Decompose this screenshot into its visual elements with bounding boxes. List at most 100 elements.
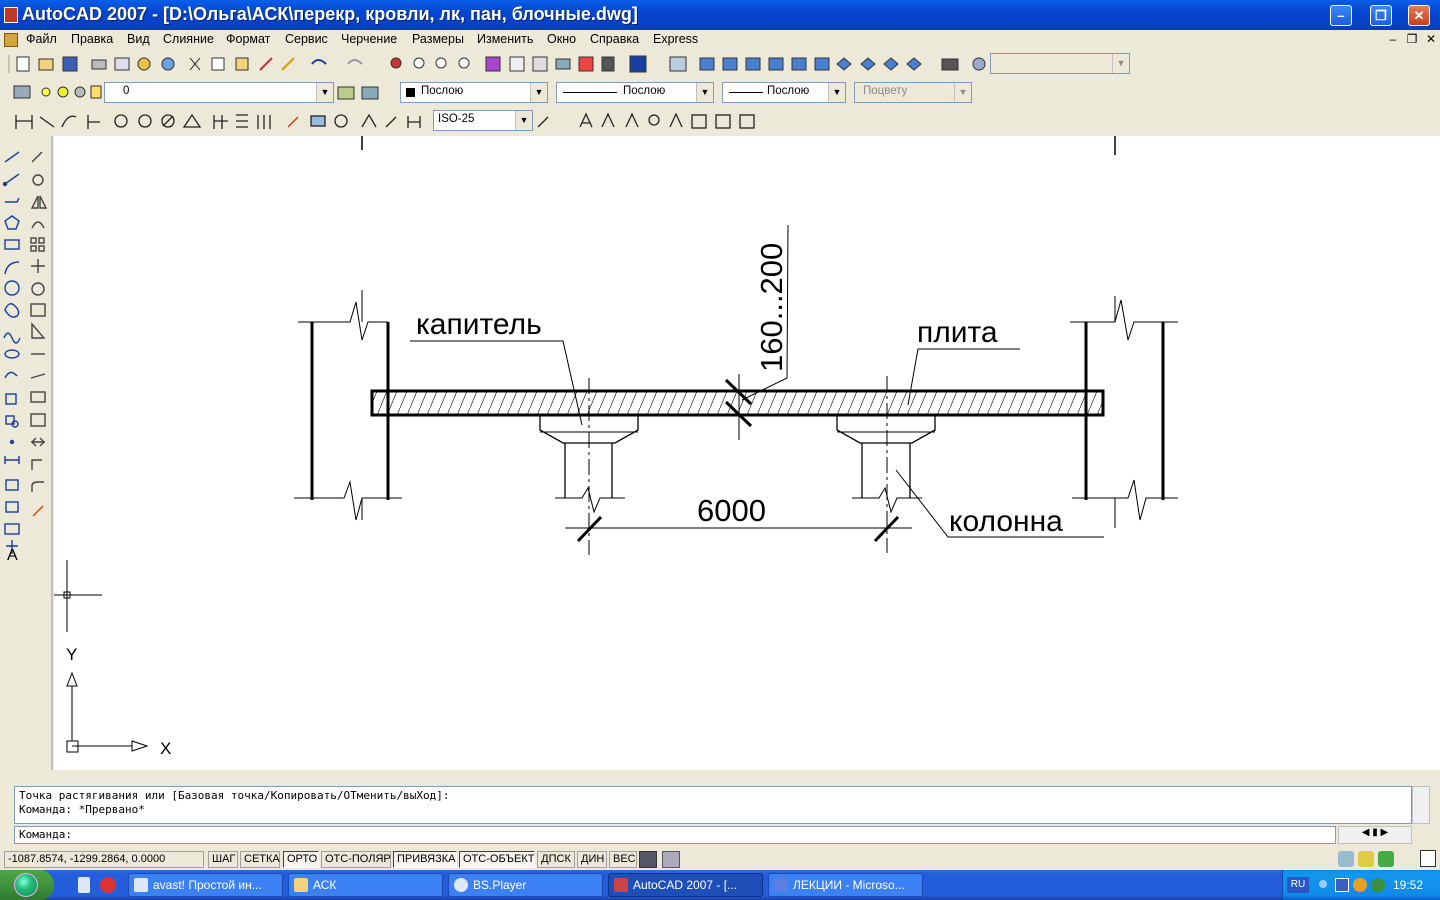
doc-minimize-button[interactable]: – bbox=[1386, 32, 1400, 46]
grid-toggle[interactable]: СЕТКА bbox=[240, 851, 280, 868]
task-word[interactable]: ЛЕКЦИИ - Microso... bbox=[768, 873, 923, 897]
column-label[interactable]: колонна bbox=[949, 505, 1063, 538]
dimstyle-select-value: ISO-25 bbox=[438, 113, 475, 125]
clean-screen-icon[interactable] bbox=[1420, 850, 1436, 867]
lock-icon[interactable] bbox=[1358, 851, 1374, 867]
otrack-toggle[interactable]: ОТС-ОБЪЕКТ bbox=[459, 851, 535, 868]
command-horizontal-scrollbar[interactable]: ◀ ▮ ▶ bbox=[1338, 826, 1412, 844]
menu-view[interactable]: Вид bbox=[127, 32, 150, 46]
command-window: Точка растягивания или [Базовая точка/Ко… bbox=[0, 770, 1440, 848]
color-select-value: Послою bbox=[421, 85, 464, 97]
menu-dimension[interactable]: Размеры bbox=[412, 32, 464, 46]
quicklaunch-browser-icon[interactable] bbox=[100, 877, 116, 893]
menu-bar: Файл Правка Вид Слияние Формат Сервис Че… bbox=[0, 30, 1440, 50]
task-ask-folder[interactable]: АСК bbox=[288, 873, 443, 897]
taskbar-clock: 19:52 bbox=[1393, 878, 1424, 892]
properties-toolbar: 0 ▼ Послою ▼ Послою ▼ Послою ▼ Поцвету ▼ bbox=[0, 78, 1440, 107]
drawing-canvas[interactable]: капитель плита колонна 6000 160...200 Y … bbox=[54, 136, 1440, 770]
standard-toolbar: ▼ bbox=[0, 50, 1440, 78]
tray-app-icon[interactable] bbox=[1335, 878, 1349, 892]
maximize-button[interactable]: ❐ bbox=[1370, 5, 1392, 26]
task-autocad[interactable]: AutoCAD 2007 - [... bbox=[608, 873, 763, 897]
color-select[interactable]: Послою ▼ bbox=[400, 82, 548, 103]
standard-toolbar-icons[interactable] bbox=[0, 50, 1440, 78]
menu-express[interactable]: Express bbox=[653, 32, 698, 46]
autocad-icon bbox=[614, 878, 628, 892]
lineweight-sample-icon bbox=[729, 92, 763, 93]
menu-help[interactable]: Справка bbox=[590, 32, 639, 46]
layer-select-value: 0 bbox=[123, 85, 130, 97]
close-button[interactable]: ✕ bbox=[1408, 5, 1430, 26]
command-input[interactable]: Команда: bbox=[14, 826, 1336, 844]
task-bsplayer[interactable]: BS.Player bbox=[448, 873, 603, 897]
tray-network-icon[interactable] bbox=[1319, 880, 1327, 888]
command-history-line: Команда: *Прервано* bbox=[19, 803, 145, 816]
dimstyle-select[interactable]: ISO-25 ▼ bbox=[433, 110, 533, 131]
draw-modify-icons[interactable]: A bbox=[0, 136, 54, 770]
document-icon[interactable] bbox=[4, 33, 18, 47]
language-indicator[interactable]: RU bbox=[1287, 877, 1309, 893]
layout-icon[interactable] bbox=[662, 851, 680, 868]
tray-settings-icon[interactable] bbox=[1378, 851, 1394, 867]
menu-format[interactable]: Формат bbox=[226, 32, 270, 46]
status-bar: -1087.8574, -1299.2864, 0.0000 ШАГ СЕТКА… bbox=[0, 848, 1440, 870]
osnap-toggle[interactable]: ПРИВЯЗКА bbox=[393, 851, 457, 868]
dimension-icons[interactable] bbox=[0, 107, 770, 136]
bsplayer-icon bbox=[454, 878, 468, 892]
menu-tools[interactable]: Сервис bbox=[285, 32, 328, 46]
ucs-x-label: X bbox=[160, 739, 171, 758]
window-title: AutoCAD 2007 - [D:\Ольга\АСК\перекр, кро… bbox=[22, 4, 638, 24]
word-icon bbox=[774, 878, 788, 892]
doc-close-button[interactable]: ✕ bbox=[1424, 32, 1438, 46]
dimension-toolbar: ISO-25 ▼ bbox=[0, 107, 1440, 136]
menu-window[interactable]: Окно bbox=[547, 32, 576, 46]
named-view-select: ▼ bbox=[990, 53, 1130, 74]
command-history-scrollbar[interactable] bbox=[1412, 786, 1430, 824]
slab-label[interactable]: плита bbox=[917, 316, 998, 349]
task-label: АСК bbox=[313, 878, 337, 892]
tray-avast-icon[interactable] bbox=[1353, 878, 1367, 892]
ducs-toggle[interactable]: ДПСК bbox=[537, 851, 575, 868]
drawing-area[interactable]: капитель плита колонна 6000 160...200 Y … bbox=[54, 136, 1440, 770]
tray-shield-icon[interactable] bbox=[1371, 878, 1385, 892]
avast-icon bbox=[134, 878, 148, 892]
linetype-select[interactable]: Послою ▼ bbox=[556, 82, 714, 103]
ucs-icon bbox=[66, 671, 149, 753]
plotstyle-select: Поцвету ▼ bbox=[854, 82, 972, 103]
command-history-line: Точка растягивания или [Базовая точка/Ко… bbox=[19, 789, 450, 802]
layer-select[interactable]: 0 ▼ bbox=[104, 82, 334, 103]
comm-center-icon[interactable] bbox=[1338, 851, 1354, 867]
quicklaunch-icon[interactable] bbox=[78, 877, 90, 893]
coordinates-readout[interactable]: -1087.8574, -1299.2864, 0.0000 bbox=[4, 851, 204, 868]
color-swatch-icon bbox=[406, 88, 415, 97]
start-button[interactable] bbox=[0, 870, 54, 900]
dyn-toggle[interactable]: ДИН bbox=[577, 851, 607, 868]
autocad-app-icon[interactable] bbox=[4, 7, 18, 23]
model-space-icon[interactable] bbox=[639, 851, 657, 868]
task-label: avast! Простой ин... bbox=[153, 878, 262, 892]
windows-taskbar: avast! Простой ин... АСК BS.Player AutoC… bbox=[0, 870, 1440, 900]
system-tray: RU 19:52 bbox=[1282, 870, 1440, 900]
task-label: BS.Player bbox=[473, 878, 527, 892]
folder-icon bbox=[294, 878, 308, 892]
minimize-button[interactable]: – bbox=[1330, 5, 1352, 26]
span-dimension-text[interactable]: 6000 bbox=[697, 493, 766, 528]
menu-file[interactable]: Файл bbox=[26, 32, 57, 46]
menu-draw[interactable]: Черчение bbox=[341, 32, 397, 46]
task-label: ЛЕКЦИИ - Microso... bbox=[793, 878, 905, 892]
menu-edit[interactable]: Правка bbox=[71, 32, 113, 46]
doc-restore-button[interactable]: ❐ bbox=[1405, 32, 1419, 46]
lineweight-select[interactable]: Послою ▼ bbox=[722, 82, 846, 103]
polar-toggle[interactable]: ОТС-ПОЛЯР bbox=[321, 851, 391, 868]
snap-toggle[interactable]: ШАГ bbox=[208, 851, 238, 868]
thickness-dimension-text[interactable]: 160...200 bbox=[754, 243, 789, 372]
command-prompt: Команда: bbox=[19, 828, 72, 841]
crosshair-cursor bbox=[54, 560, 102, 632]
menu-modify[interactable]: Изменить bbox=[477, 32, 533, 46]
ortho-toggle[interactable]: ОРТО bbox=[283, 851, 319, 868]
menu-merge[interactable]: Слияние bbox=[163, 32, 214, 46]
task-label: AutoCAD 2007 - [... bbox=[633, 878, 738, 892]
task-avast[interactable]: avast! Простой ин... bbox=[128, 873, 283, 897]
capital-label[interactable]: капитель bbox=[416, 308, 542, 341]
lineweight-toggle[interactable]: ВЕС bbox=[609, 851, 637, 868]
